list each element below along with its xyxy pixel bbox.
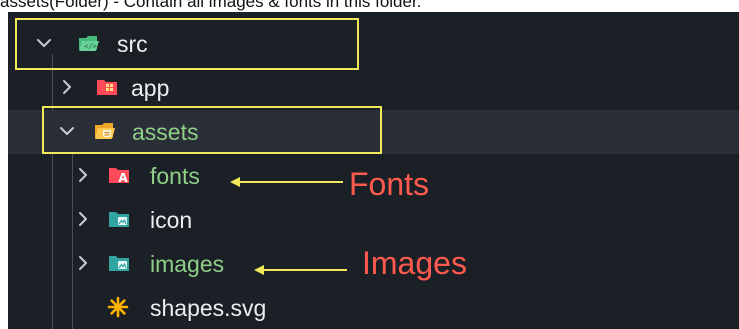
arrow-to-images	[254, 263, 349, 277]
annotation-fonts: Fonts	[349, 166, 430, 202]
tree-label-fonts: fonts	[150, 163, 200, 189]
tree-row-app[interactable]: app	[8, 66, 739, 110]
caption-text: assets(Folder) - Contain all images & fo…	[0, 0, 422, 11]
page: assets(Folder) - Contain all images & fo…	[0, 0, 739, 329]
image-folder-icon	[108, 208, 130, 230]
chevron-right-icon[interactable]	[72, 252, 94, 274]
tree-label-app: app	[131, 75, 170, 101]
chevron-right-icon[interactable]	[72, 208, 94, 230]
highlight-box-assets	[42, 106, 382, 154]
image-folder-icon	[108, 252, 130, 274]
svg-file-icon	[107, 296, 129, 318]
highlight-box-src	[15, 18, 359, 70]
app-folder-icon	[96, 76, 118, 98]
annotation-images: Images	[362, 245, 467, 281]
tree-row-shapes-svg[interactable]: shapes.svg	[8, 286, 739, 329]
tree-label-shapes-svg: shapes.svg	[150, 295, 267, 321]
tree-label-icon: icon	[150, 207, 193, 233]
arrow-to-fonts	[230, 175, 345, 189]
chevron-right-icon[interactable]	[56, 76, 78, 98]
file-explorer: </> src app assets A fonts icon images s…	[8, 12, 739, 329]
chevron-right-icon[interactable]	[72, 164, 94, 186]
svg-text:A: A	[118, 171, 128, 185]
fonts-folder-icon: A	[108, 164, 130, 186]
tree-label-images: images	[150, 251, 225, 277]
tree-row-icon[interactable]: icon	[8, 198, 739, 242]
